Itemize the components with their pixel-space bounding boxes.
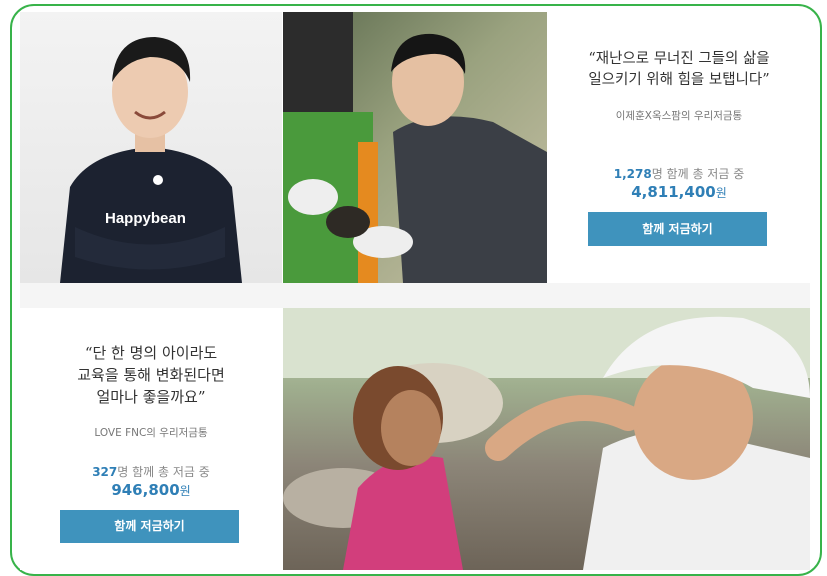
portrait-illustration — [60, 37, 242, 283]
volunteer-illustration — [283, 12, 547, 283]
child-education-photo — [283, 308, 810, 570]
campaign-source: LOVE FNC의 우리저금통 — [94, 427, 208, 439]
amount-unit: 원 — [715, 186, 727, 200]
participant-suffix: 명 함께 총 저금 중 — [651, 167, 745, 181]
participant-stats: 1,278명 함께 총 저금 중 — [548, 165, 810, 182]
participant-count: 1,278 — [613, 167, 652, 181]
campaign-source: 이제훈X옥스팜의 우리저금통 — [615, 110, 743, 122]
quote-line: 교육을 통해 변화된다면 — [77, 365, 225, 384]
volunteer-photo — [283, 12, 547, 283]
campaign-quote: “단 한 명의 아이라도 교육을 통해 변화된다면 얼마나 좋을까요” — [20, 343, 282, 408]
section-divider — [20, 283, 810, 308]
quote-line: “단 한 명의 아이라도 — [84, 344, 218, 362]
amount-value: 4,811,400 — [631, 183, 716, 201]
participant-suffix: 명 함께 총 저금 중 — [117, 465, 210, 479]
quote-line: “재난으로 무너진 그들의 삶을 — [588, 51, 770, 67]
quote-line: 일으키기 위해 힘을 보탭니다” — [588, 72, 770, 89]
portrait-photo: Happybean — [20, 12, 282, 283]
campaign-quote: “재난으로 무너진 그들의 삶을 일으키기 위해 힘을 보탭니다” — [548, 49, 810, 91]
amount-unit: 원 — [179, 484, 191, 498]
participant-count: 327 — [92, 465, 118, 479]
savings-amount: 946,800원 — [20, 481, 282, 499]
campaign-card-2: “단 한 명의 아이라도 교육을 통해 변화된다면 얼마나 좋을까요” LOVE… — [20, 308, 282, 570]
participant-stats: 327명 함께 총 저금 중 — [20, 463, 282, 480]
join-savings-button[interactable]: 함께 저금하기 — [588, 212, 767, 246]
campaign-card-1: “재난으로 무너진 그들의 삶을 일으키기 위해 힘을 보탭니다” 이제훈X옥스… — [548, 12, 810, 283]
amount-value: 946,800 — [111, 481, 180, 499]
quote-line: 얼마나 좋을까요” — [96, 387, 206, 406]
shirt-logo-text: Happybean — [105, 210, 186, 227]
child-education-illustration — [283, 308, 810, 570]
join-savings-button[interactable]: 함께 저금하기 — [60, 510, 239, 543]
savings-amount: 4,811,400원 — [548, 183, 810, 201]
